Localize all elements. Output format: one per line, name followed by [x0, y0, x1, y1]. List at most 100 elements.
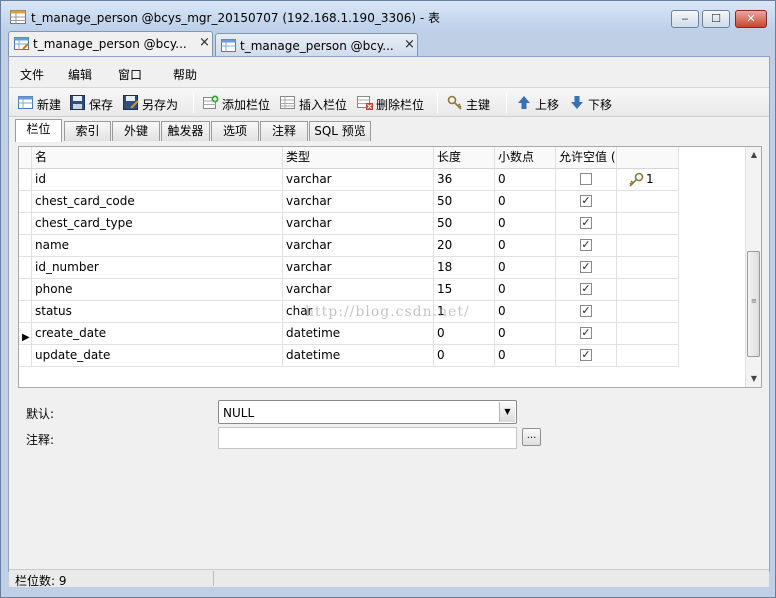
field-type-cell[interactable]: varchar	[283, 235, 434, 257]
field-type-cell[interactable]: datetime	[283, 323, 434, 345]
primary-key-cell[interactable]	[617, 301, 679, 323]
field-decimals-cell[interactable]: 0	[495, 279, 556, 301]
field-name-cell[interactable]: id_number	[32, 257, 283, 279]
column-header-length[interactable]: 长度	[434, 147, 495, 169]
dropdown-arrow-icon[interactable]: ▼	[499, 402, 515, 422]
row-indicator[interactable]	[19, 345, 32, 367]
save-button[interactable]: 保存	[70, 94, 120, 112]
grid-vertical-scrollbar[interactable]: ▲ ≡ ▼	[745, 147, 761, 387]
allow-null-checkbox[interactable]: ✓	[580, 283, 592, 295]
field-decimals-cell[interactable]: 0	[495, 191, 556, 213]
primary-key-cell[interactable]	[617, 345, 679, 367]
menu-file[interactable]: 文件	[20, 66, 44, 83]
menu-help[interactable]: 帮助	[173, 66, 197, 83]
field-decimals-cell[interactable]: 0	[495, 213, 556, 235]
title-bar[interactable]: t_manage_person @bcys_mgr_20150707 (192.…	[1, 1, 775, 31]
save-as-button[interactable]: 另存为	[123, 94, 185, 112]
move-up-button[interactable]: 上移	[516, 94, 562, 112]
field-decimals-cell[interactable]: 0	[495, 257, 556, 279]
table-row[interactable]: chest_card_type varchar 50 0 ✓	[19, 213, 679, 235]
document-tab-active[interactable]: t_manage_person @bcy... ×	[8, 31, 213, 56]
scroll-up-arrow-icon[interactable]: ▲	[746, 147, 762, 163]
field-length-cell[interactable]: 20	[434, 235, 495, 257]
row-indicator[interactable]: ▶	[19, 323, 32, 345]
row-indicator[interactable]	[19, 279, 32, 301]
close-tab-icon[interactable]: ×	[404, 37, 415, 52]
tab-indexes[interactable]: 索引	[64, 121, 111, 141]
document-tab[interactable]: t_manage_person @bcy... ×	[215, 33, 418, 56]
tab-comment[interactable]: 注释	[260, 121, 308, 141]
comment-input[interactable]	[218, 427, 517, 449]
table-row[interactable]: ▶ create_date datetime 0 0 ✓	[19, 323, 679, 345]
field-decimals-cell[interactable]: 0	[495, 345, 556, 367]
field-name-cell[interactable]: chest_card_code	[32, 191, 283, 213]
table-row[interactable]: update_date datetime 0 0 ✓	[19, 345, 679, 367]
table-row[interactable]: id_number varchar 18 0 ✓	[19, 257, 679, 279]
allow-null-checkbox[interactable]: ✓	[580, 261, 592, 273]
delete-column-button[interactable]: 删除栏位	[357, 94, 429, 112]
primary-key-cell[interactable]	[617, 213, 679, 235]
tab-foreign-keys[interactable]: 外键	[112, 121, 160, 141]
menu-edit[interactable]: 编辑	[68, 66, 92, 83]
maximize-button[interactable]: ☐	[702, 10, 730, 28]
allow-null-checkbox[interactable]: ✓	[580, 217, 592, 229]
table-row[interactable]: chest_card_code varchar 50 0 ✓	[19, 191, 679, 213]
field-name-cell[interactable]: update_date	[32, 345, 283, 367]
primary-key-cell[interactable]	[617, 257, 679, 279]
field-type-cell[interactable]: varchar	[283, 169, 434, 191]
primary-key-cell[interactable]: 1	[617, 169, 679, 191]
field-type-cell[interactable]: varchar	[283, 213, 434, 235]
row-indicator[interactable]	[19, 235, 32, 257]
row-indicator[interactable]	[19, 301, 32, 323]
row-indicator[interactable]	[19, 191, 32, 213]
column-header-decimals[interactable]: 小数点	[495, 147, 556, 169]
primary-key-cell[interactable]	[617, 279, 679, 301]
field-decimals-cell[interactable]: 0	[495, 323, 556, 345]
allow-null-checkbox[interactable]: ✓	[580, 327, 592, 339]
field-type-cell[interactable]: varchar	[283, 257, 434, 279]
table-row[interactable]: name varchar 20 0 ✓	[19, 235, 679, 257]
field-length-cell[interactable]: 15	[434, 279, 495, 301]
scroll-thumb[interactable]: ≡	[747, 251, 760, 357]
column-header-key[interactable]	[617, 147, 679, 169]
allow-null-checkbox[interactable]: ✓	[580, 195, 592, 207]
add-column-button[interactable]: 添加栏位	[203, 94, 275, 112]
field-length-cell[interactable]: 0	[434, 345, 495, 367]
primary-key-cell[interactable]	[617, 323, 679, 345]
field-name-cell[interactable]: chest_card_type	[32, 213, 283, 235]
allow-null-checkbox[interactable]: ✓	[580, 305, 592, 317]
close-button[interactable]: ✕	[735, 10, 767, 28]
field-name-cell[interactable]: name	[32, 235, 283, 257]
column-header-allow-null[interactable]: 允许空值 (	[556, 147, 617, 169]
field-name-cell[interactable]: create_date	[32, 323, 283, 345]
field-length-cell[interactable]: 50	[434, 191, 495, 213]
comment-edit-button[interactable]: ...	[522, 428, 541, 446]
allow-null-checkbox[interactable]: ✓	[580, 239, 592, 251]
fields-grid[interactable]: 名 类型 长度 小数点 允许空值 ( id varchar 36 0 1 chest_ca…	[19, 147, 745, 387]
field-length-cell[interactable]: 0	[434, 323, 495, 345]
primary-key-cell[interactable]	[617, 235, 679, 257]
field-name-cell[interactable]: phone	[32, 279, 283, 301]
allow-null-checkbox[interactable]: ✓	[580, 349, 592, 361]
field-decimals-cell[interactable]: 0	[495, 169, 556, 191]
allow-null-checkbox[interactable]	[580, 173, 592, 185]
field-type-cell[interactable]: varchar	[283, 191, 434, 213]
field-decimals-cell[interactable]: 0	[495, 301, 556, 323]
scroll-down-arrow-icon[interactable]: ▼	[746, 371, 762, 387]
row-indicator[interactable]	[19, 169, 32, 191]
field-name-cell[interactable]: id	[32, 169, 283, 191]
row-indicator[interactable]	[19, 257, 32, 279]
field-length-cell[interactable]: 50	[434, 213, 495, 235]
default-value-select[interactable]: NULL ▼	[218, 400, 517, 424]
tab-triggers[interactable]: 触发器	[161, 121, 210, 141]
field-length-cell[interactable]: 18	[434, 257, 495, 279]
field-type-cell[interactable]: varchar	[283, 279, 434, 301]
new-button[interactable]: 新建	[18, 94, 66, 112]
field-name-cell[interactable]: status	[32, 301, 283, 323]
menu-window[interactable]: 窗口	[118, 66, 142, 83]
close-tab-icon[interactable]: ×	[199, 35, 210, 50]
table-row[interactable]: id varchar 36 0 1	[19, 169, 679, 191]
field-type-cell[interactable]: datetime	[283, 345, 434, 367]
tab-sql-preview[interactable]: SQL 预览	[309, 121, 371, 141]
row-indicator[interactable]	[19, 213, 32, 235]
